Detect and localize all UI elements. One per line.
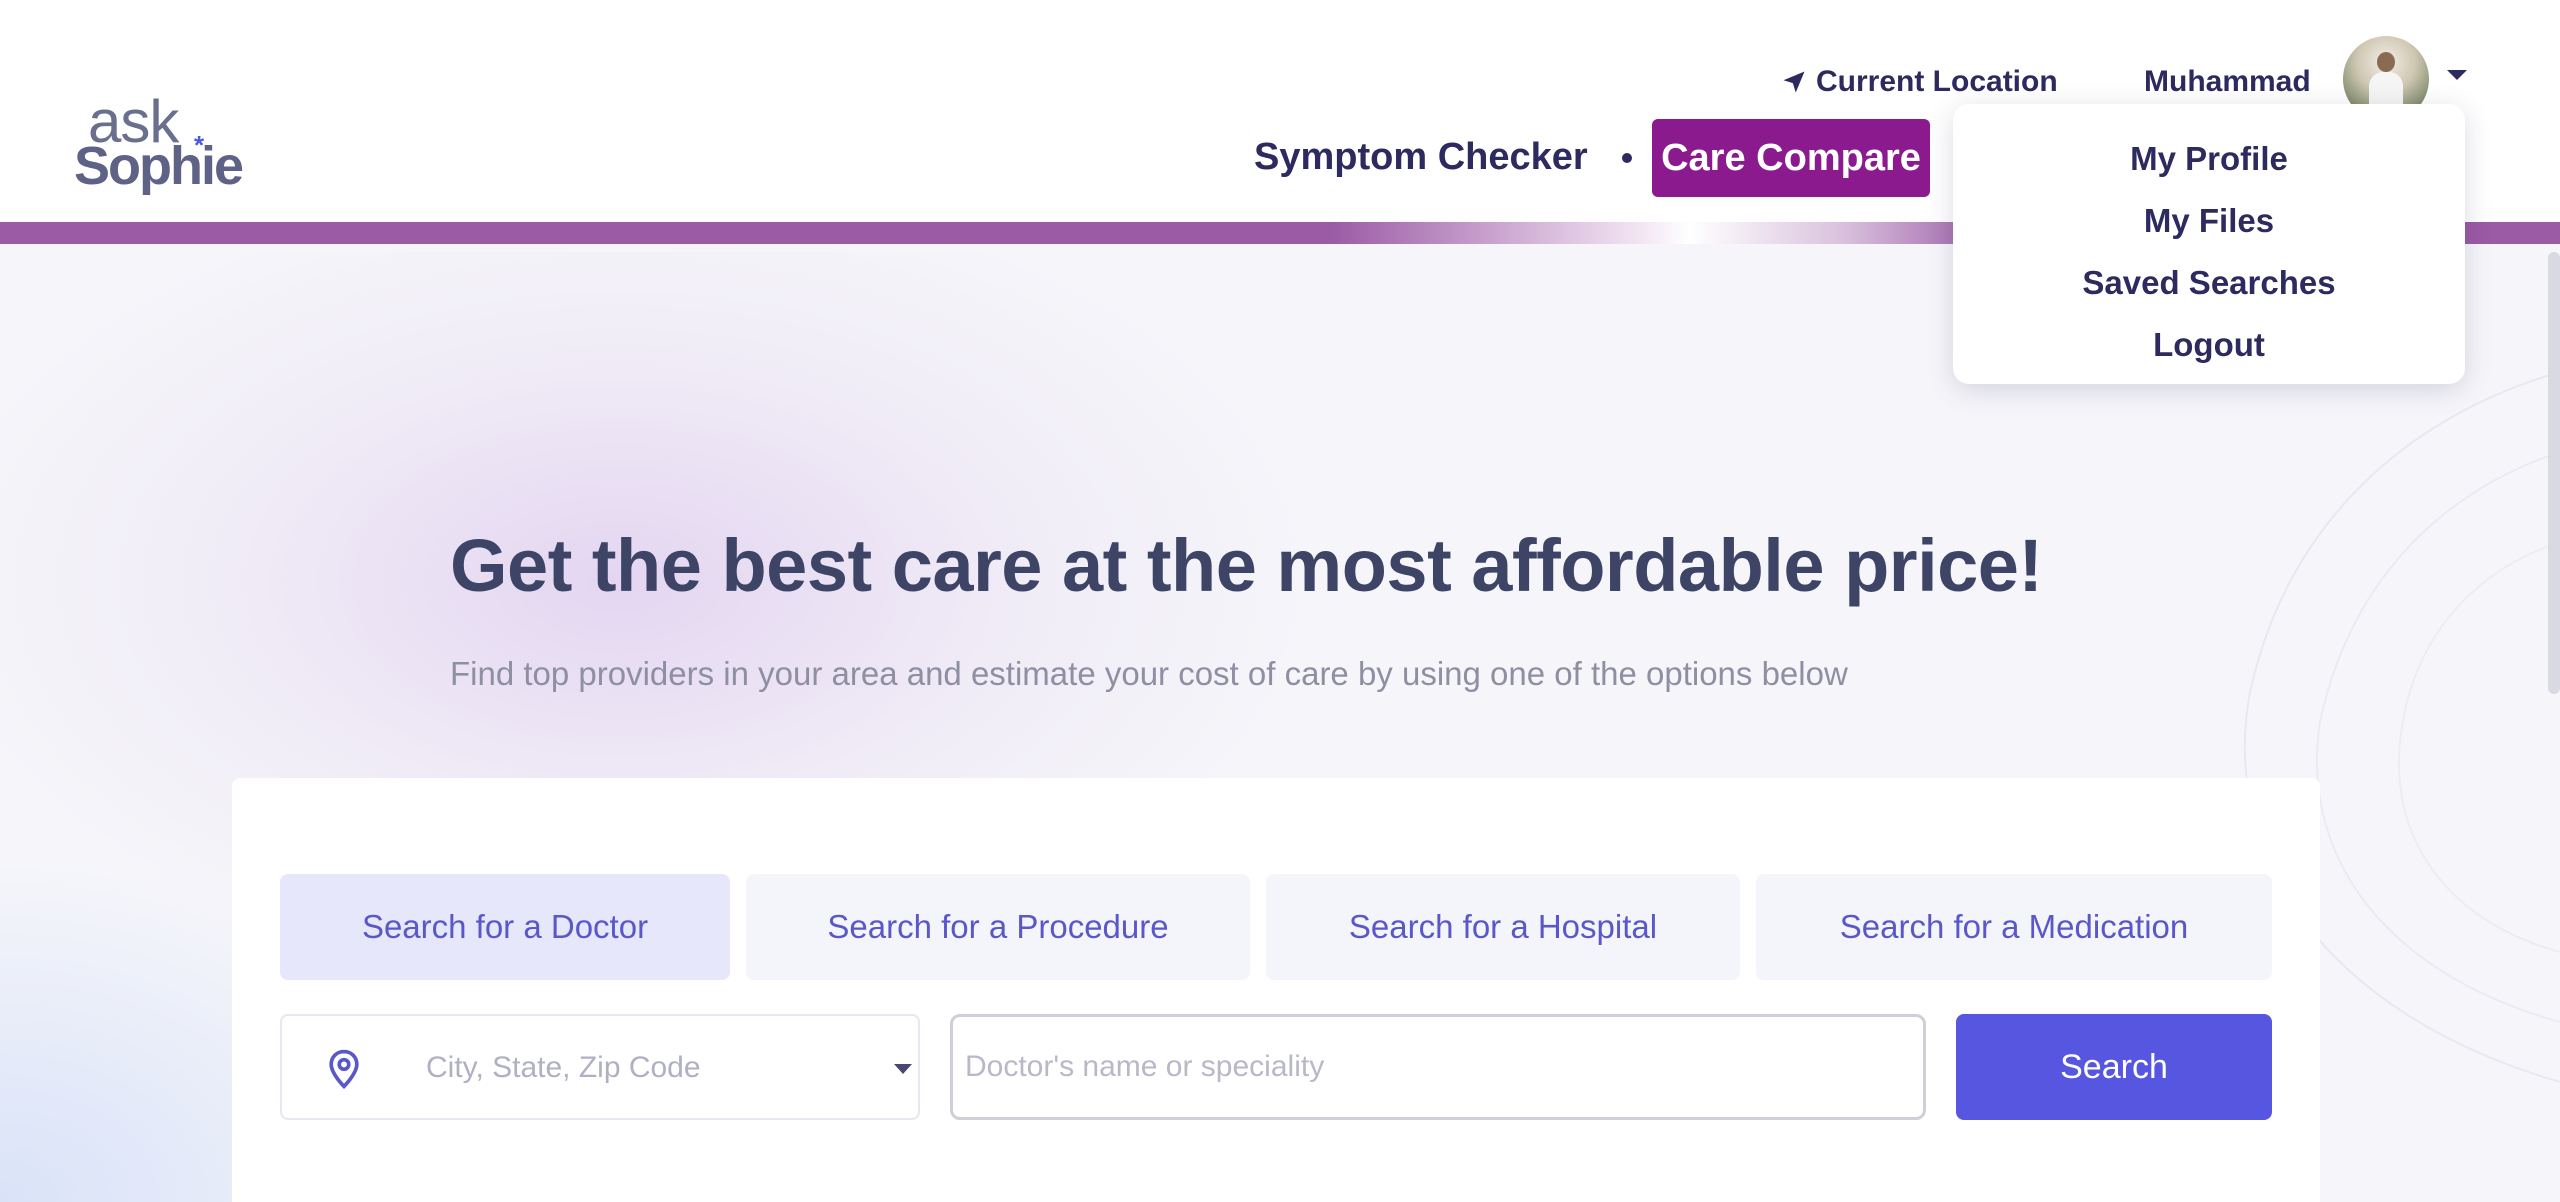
user-name[interactable]: Muhammad: [2144, 62, 2311, 102]
nav-separator-dot: [1622, 153, 1632, 163]
current-location-link[interactable]: Current Location: [1780, 62, 2058, 102]
search-card: Search for a Doctor Search for a Procedu…: [232, 778, 2320, 1202]
menu-item-my-profile[interactable]: My Profile: [1953, 128, 2465, 190]
page: ask * Sophie Current Location Muhammad S…: [0, 0, 2560, 1202]
caret-down-icon: [894, 1064, 912, 1074]
caret-down-icon[interactable]: [2447, 70, 2467, 80]
tab-search-hospital[interactable]: Search for a Hospital: [1266, 874, 1740, 980]
tab-search-doctor[interactable]: Search for a Doctor: [280, 874, 730, 980]
current-location-label: Current Location: [1816, 65, 2058, 98]
user-dropdown-menu: My Profile My Files Saved Searches Logou…: [1953, 104, 2465, 384]
asksophie-logo[interactable]: ask * Sophie: [74, 92, 244, 202]
hero-title: Get the best care at the most affordable…: [450, 524, 2043, 607]
hero-subtitle: Find top providers in your area and esti…: [450, 655, 1848, 692]
search-button[interactable]: Search: [1956, 1014, 2272, 1120]
navigation-arrow-icon: [1783, 71, 1805, 93]
logo-text-sophie: Sophie: [74, 136, 244, 196]
nav-care-compare[interactable]: Care Compare: [1652, 119, 1930, 197]
doctor-name-input[interactable]: [950, 1014, 1926, 1120]
page-scrollbar[interactable]: [2548, 252, 2560, 694]
tab-search-medication[interactable]: Search for a Medication: [1756, 874, 2272, 980]
nav-symptom-checker[interactable]: Symptom Checker: [1254, 134, 1588, 180]
menu-item-my-files[interactable]: My Files: [1953, 190, 2465, 252]
tab-search-procedure[interactable]: Search for a Procedure: [746, 874, 1250, 980]
location-select[interactable]: City, State, Zip Code: [280, 1014, 920, 1120]
location-placeholder: City, State, Zip Code: [426, 1051, 701, 1084]
menu-item-logout[interactable]: Logout: [1953, 314, 2465, 376]
map-pin-icon: [329, 1049, 359, 1090]
menu-item-saved-searches[interactable]: Saved Searches: [1953, 252, 2465, 314]
